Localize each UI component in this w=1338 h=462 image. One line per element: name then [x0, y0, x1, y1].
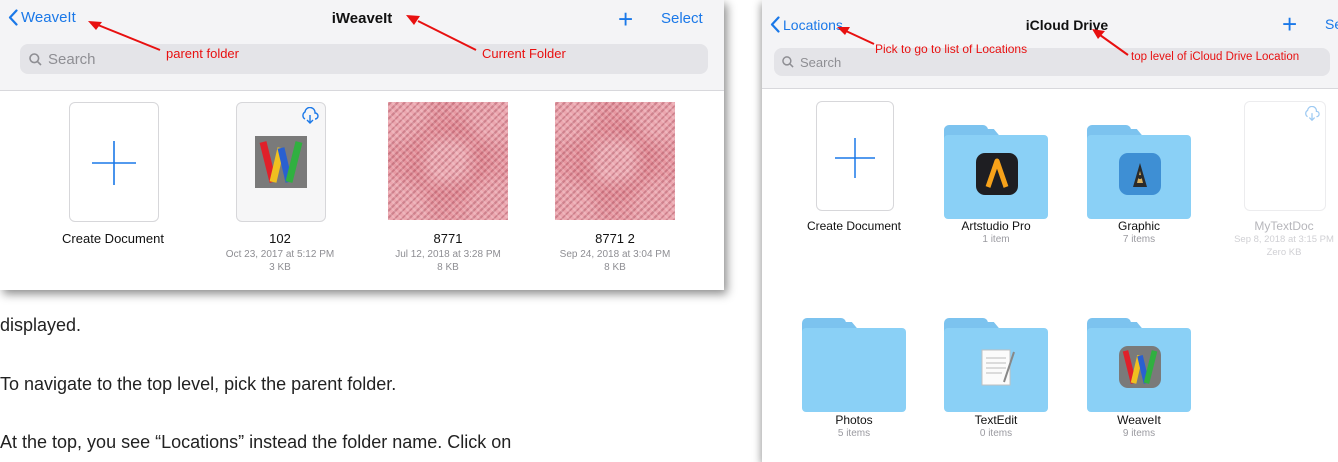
item-date: Oct 23, 2017 at 5:12 PM	[225, 249, 335, 260]
item-date: Jul 12, 2018 at 3:28 PM	[395, 249, 501, 260]
item-title: 102	[269, 231, 291, 246]
item-count: 0 items	[979, 428, 1013, 439]
item-count: 9 items	[1122, 428, 1156, 439]
create-document-card[interactable]	[69, 102, 159, 222]
folder-photos[interactable]	[802, 318, 906, 412]
plus-icon	[92, 141, 136, 185]
cloud-download-icon	[1305, 106, 1320, 122]
body-text-line: To navigate to the top level, pick the p…	[0, 374, 397, 394]
file-102-thumbnail[interactable]	[236, 102, 326, 222]
arrow-line	[417, 20, 477, 51]
annotation-arrows	[837, 27, 1129, 56]
arrow-line	[1099, 34, 1129, 56]
item-title: TextEdit	[974, 413, 1018, 427]
item-size: 3 KB	[269, 262, 291, 273]
item-size: Zero KB	[1266, 247, 1302, 258]
weaveit-app-icon	[1119, 346, 1161, 388]
file-8771-2-thumbnail[interactable]	[555, 102, 675, 220]
create-document-card[interactable]	[816, 101, 894, 211]
item-count: 7 items	[1122, 234, 1156, 245]
item-title: Create Document	[62, 231, 164, 246]
file-8771-thumbnail[interactable]	[388, 102, 508, 220]
item-title: 8771	[433, 231, 463, 246]
item-size: 8 KB	[604, 262, 626, 273]
arrow-line	[97, 24, 161, 51]
file-mytextdoc[interactable]	[1244, 101, 1326, 211]
graphic-app-icon	[1119, 153, 1161, 195]
arrow-line	[845, 30, 875, 45]
weaveit-app-icon	[255, 136, 307, 188]
item-count: 5 items	[837, 428, 871, 439]
item-date: Sep 8, 2018 at 3:15 PM	[1234, 234, 1334, 245]
item-title: Create Document	[806, 219, 902, 233]
item-title: Graphic	[1117, 219, 1161, 233]
item-title: WeaveIt	[1117, 413, 1161, 427]
item-title: 8771 2	[595, 231, 635, 246]
item-title: Artstudio Pro	[961, 219, 1031, 233]
item-title: MyTextDoc	[1254, 219, 1314, 233]
textedit-app-icon	[976, 346, 1018, 388]
folder-textedit[interactable]	[944, 318, 1048, 412]
artstudio-app-icon	[976, 153, 1018, 195]
folder-artstudio-pro[interactable]	[944, 125, 1048, 219]
annotation-arrows	[88, 15, 477, 51]
item-title: Photos	[835, 413, 873, 427]
arrow-head	[406, 15, 420, 25]
left-screenshot: WeaveIt iWeaveIt + Select Search parent …	[0, 0, 724, 290]
cloud-download-icon	[302, 107, 319, 124]
body-text-line: At the top, you see “Locations” instead …	[0, 432, 512, 452]
item-size: 8 KB	[437, 262, 459, 273]
folder-graphic[interactable]	[1087, 125, 1191, 219]
right-screenshot: Locations iCloud Drive + Se Search Pick …	[762, 0, 1338, 462]
item-count: 1 item	[982, 234, 1010, 245]
plus-icon	[835, 138, 875, 178]
body-text-line: displayed.	[0, 315, 82, 335]
folder-weaveit[interactable]	[1087, 318, 1191, 412]
item-date: Sep 24, 2018 at 3:04 PM	[559, 249, 671, 260]
